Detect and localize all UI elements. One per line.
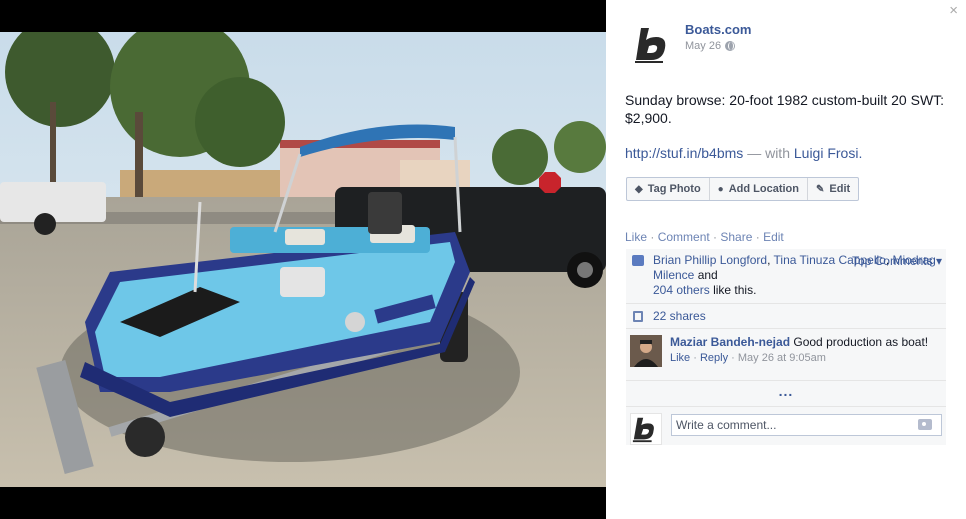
tagged-person-link[interactable]: Luigi Frosi. <box>794 145 862 161</box>
post-date: May 26 <box>685 40 736 52</box>
sep: · <box>752 230 764 244</box>
commenter-avatar[interactable] <box>630 335 662 367</box>
boats-logo-icon[interactable] <box>632 22 676 66</box>
tag-icon: ◆ <box>635 183 643 195</box>
comment-text: Good production as boat! <box>793 335 929 349</box>
sep: · <box>709 230 721 244</box>
like-icon <box>632 255 644 266</box>
boat-photo <box>0 32 606 487</box>
location-pin-icon: ● <box>717 183 724 195</box>
comment-body: Maziar Bandeh-nejad Good production as b… <box>670 335 940 366</box>
comment-author-link[interactable]: Maziar Bandeh-nejad <box>670 335 790 349</box>
sep: · <box>647 230 658 244</box>
comment-time[interactable]: May 26 at 9:05am <box>738 352 826 364</box>
page-name-link[interactable]: Boats.com <box>685 22 751 37</box>
comment-input[interactable] <box>671 414 942 436</box>
post-sidebar: × Boats.com May 26 Sunday browse: 20-foo… <box>606 0 966 519</box>
tag-photo-label: Tag Photo <box>647 183 701 195</box>
likes-summary: Brian Phillip Longford, Tina Tinuza Capp… <box>626 249 946 304</box>
comment-item: Maziar Bandeh-nejad Good production as b… <box>626 329 946 381</box>
edit-label: Edit <box>829 183 851 195</box>
viewer-avatar <box>630 413 662 445</box>
shares-label: 22 shares <box>653 309 706 323</box>
tag-photo-button[interactable]: ◆ Tag Photo <box>627 178 710 200</box>
edit-action[interactable]: Edit <box>763 230 784 244</box>
post-text: Sunday browse: 20-foot 1982 custom-built… <box>625 92 945 126</box>
pencil-icon: ✎ <box>816 183 825 195</box>
share-action[interactable]: Share <box>720 230 752 244</box>
feedback-box: Brian Phillip Longford, Tina Tinuza Capp… <box>626 249 946 445</box>
add-location-button[interactable]: ● Add Location <box>710 178 808 200</box>
add-location-label: Add Location <box>728 183 799 195</box>
photo-viewer[interactable] <box>0 0 606 519</box>
short-url-link[interactable]: http://stuf.in/b4bms <box>625 145 743 161</box>
close-icon[interactable]: × <box>949 3 958 18</box>
edit-button[interactable]: ✎ Edit <box>808 178 858 200</box>
post-date-text[interactable]: May 26 <box>685 40 721 52</box>
comment-reply-link[interactable]: Reply <box>700 352 728 364</box>
more-comments-button[interactable]: ... <box>626 381 946 407</box>
top-comments-dropdown[interactable]: Top Comments ▾ <box>852 254 942 269</box>
others-link[interactable]: 204 others <box>653 283 710 297</box>
like-action[interactable]: Like <box>625 230 647 244</box>
comment-action[interactable]: Comment <box>658 230 710 244</box>
comment-like-link[interactable]: Like <box>670 352 690 364</box>
comment-meta: Like · Reply · May 26 at 9:05am <box>670 352 826 364</box>
write-comment-row <box>626 407 946 445</box>
globe-icon <box>725 41 736 51</box>
likes-suffix: like this. <box>713 283 757 297</box>
shares-row[interactable]: 22 shares <box>626 304 946 329</box>
with-prefix: — with <box>747 145 790 161</box>
photo-action-buttons: ◆ Tag Photo ● Add Location ✎ Edit <box>626 177 860 201</box>
share-icon <box>633 311 643 322</box>
liker-link[interactable]: Brian Phillip Longford <box>653 253 767 267</box>
post-actions: Like · Comment · Share · Edit <box>625 230 784 244</box>
post-link-line: http://stuf.in/b4bms — with Luigi Frosi. <box>625 145 862 161</box>
and-text: and <box>697 268 718 282</box>
camera-icon[interactable] <box>918 419 932 430</box>
